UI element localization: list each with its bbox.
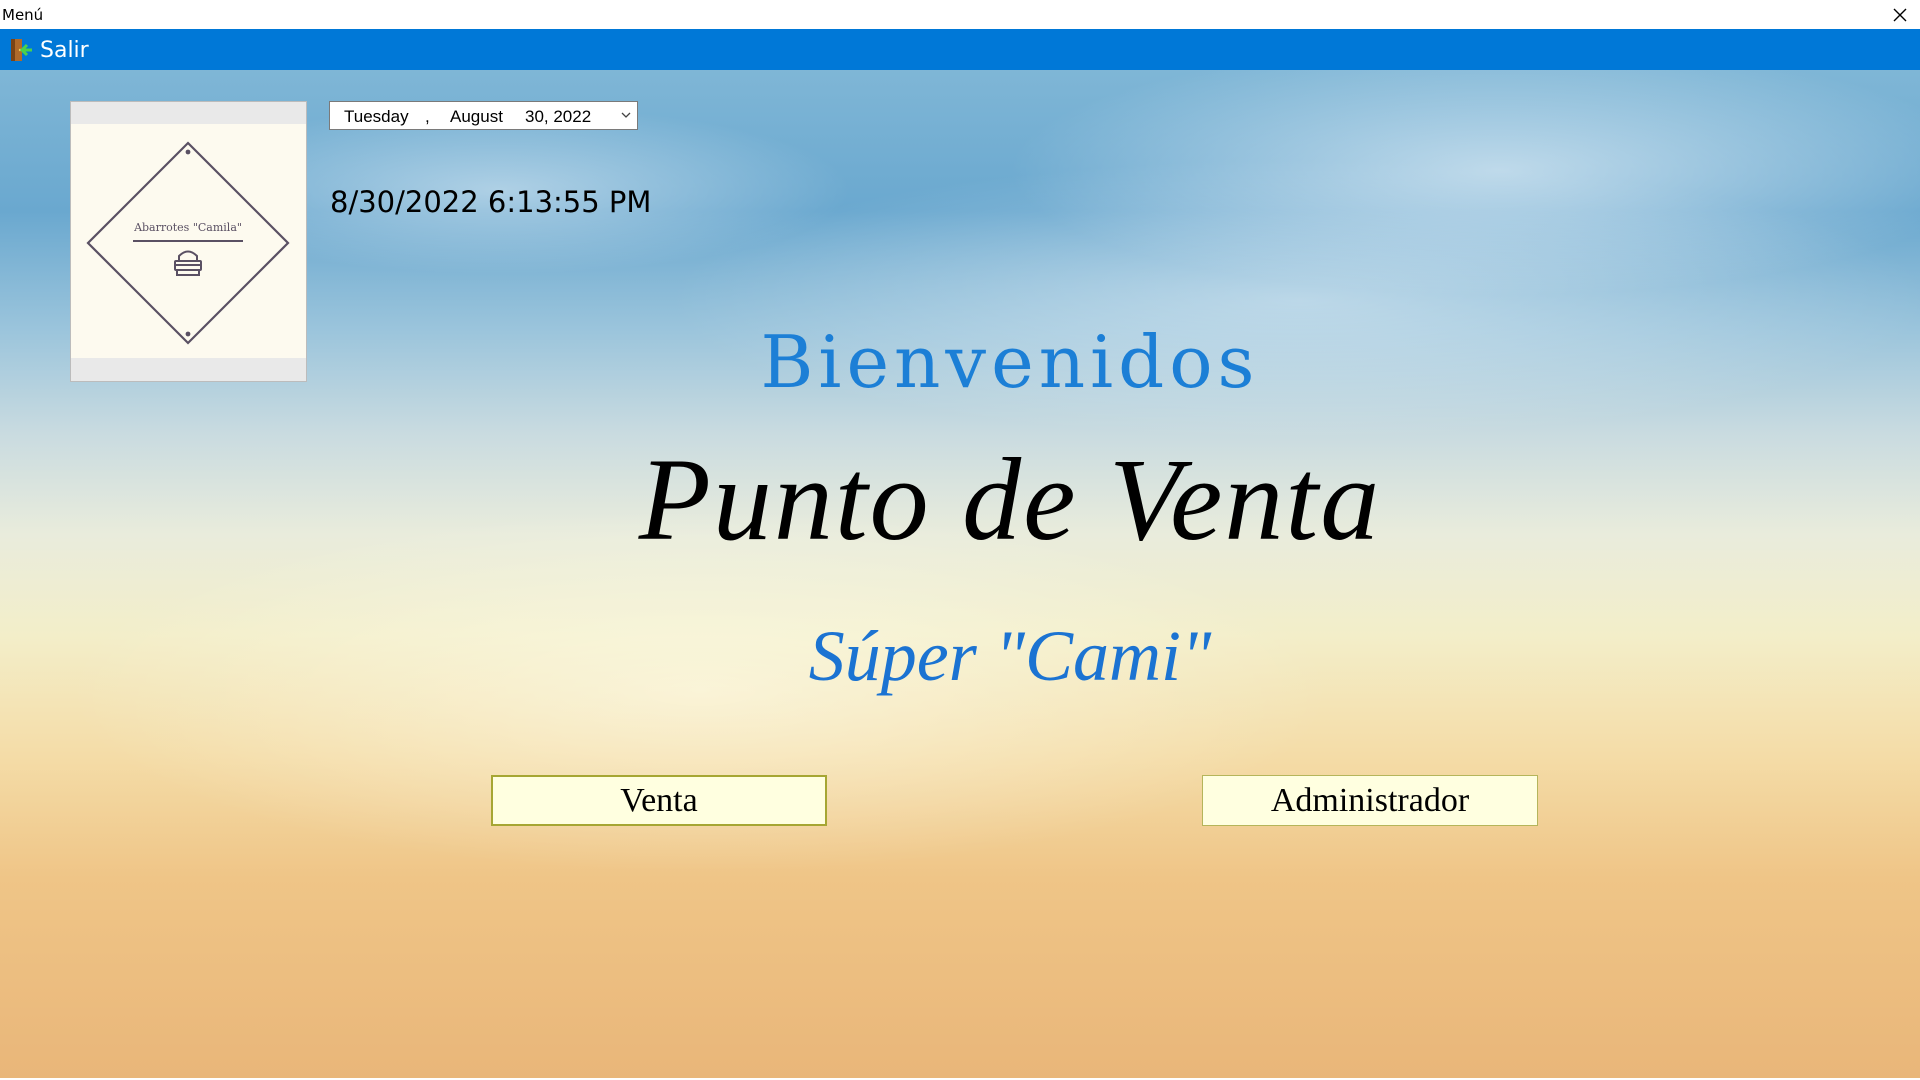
chevron-down-icon[interactable] [621, 112, 631, 119]
welcome-heading: Bienvenidos [760, 320, 1260, 404]
app-title: Punto de Venta [638, 434, 1382, 565]
exit-door-icon [11, 39, 32, 61]
menu-window: Menú Salir Abarrotes "Camila" Tuesday , … [0, 0, 1920, 1080]
title-bar: Menú [0, 0, 1920, 29]
clock-label: 8/30/2022 6:13:55 PM [330, 185, 652, 219]
logo-text: Abarrotes "Camila" [133, 221, 242, 234]
date-day-year: 30, 2022 [525, 107, 592, 126]
date-day-of-week: Tuesday [344, 107, 409, 126]
menu-item-label: Salir [40, 37, 89, 63]
close-button[interactable] [1880, 0, 1920, 29]
date-picker[interactable]: Tuesday , August 30, 2022 [329, 101, 638, 130]
venta-button[interactable]: Venta [491, 775, 827, 826]
store-name: Súper "Cami" [808, 616, 1212, 696]
close-icon [1893, 8, 1907, 21]
date-month: August [450, 107, 503, 126]
store-logo: Abarrotes "Camila" [70, 101, 307, 382]
menu-bar: Salir [0, 29, 1920, 70]
logo-diamond: Abarrotes "Camila" [86, 141, 290, 345]
date-separator: , [425, 107, 430, 126]
menu-item-salir[interactable]: Salir [8, 35, 89, 65]
administrador-button[interactable]: Administrador [1202, 775, 1538, 826]
window-title: Menú [2, 6, 44, 24]
shopping-basket-icon [174, 250, 202, 276]
